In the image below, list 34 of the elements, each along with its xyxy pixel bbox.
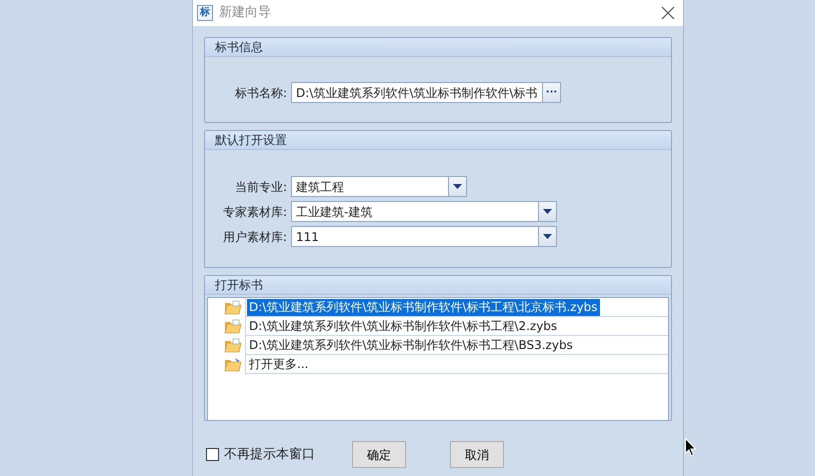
field-label: 标书名称:: [234, 84, 288, 102]
path-field[interactable]: D:\筑业建筑系列软件\筑业标书制作软件\标书: [291, 82, 543, 103]
folder-icon: [224, 300, 242, 315]
field-label: 专家素材库:: [222, 204, 288, 220]
field-label: 用户素材库:: [222, 228, 288, 246]
folder-icon: [224, 338, 242, 353]
folder-icon: [224, 357, 242, 372]
recent-file-item[interactable]: D:\筑业建筑系列软件\筑业标书制作软件\标书工程\北京标书.zybs: [247, 298, 600, 316]
group-title: 默认打开设置: [205, 131, 671, 150]
close-button[interactable]: [661, 6, 675, 20]
dropdown-button[interactable]: [539, 226, 557, 247]
cancel-button[interactable]: 取消: [450, 441, 504, 468]
field-label: 当前专业:: [234, 178, 288, 196]
caret-icon: [543, 209, 552, 214]
browse-button[interactable]: ···: [543, 82, 561, 103]
dropdown-button[interactable]: [449, 176, 467, 197]
recent-file-item[interactable]: D:\筑业建筑系列软件\筑业标书制作软件\标书工程\2.zybs: [247, 318, 560, 334]
checkbox-label: 不再提示本窗口: [224, 446, 315, 464]
group-title: 标书信息: [205, 38, 671, 57]
open-more-item[interactable]: 打开更多...: [247, 356, 310, 372]
combo-field[interactable]: 111: [291, 226, 539, 247]
dropdown-button[interactable]: [539, 201, 557, 222]
mouse-pointer-icon: [685, 438, 696, 458]
combo-field[interactable]: 工业建筑-建筑: [291, 201, 539, 222]
app-icon: 标: [197, 5, 213, 21]
caret-icon: [453, 184, 462, 189]
ok-button[interactable]: 确定: [352, 441, 406, 468]
window-title: 新建向导: [219, 4, 272, 22]
checkbox[interactable]: [206, 448, 219, 461]
group-title: 打开标书: [205, 276, 671, 295]
caret-icon: [543, 234, 552, 239]
recent-file-item[interactable]: D:\筑业建筑系列软件\筑业标书制作软件\标书工程\BS3.zybs: [247, 336, 575, 354]
folder-icon: [224, 319, 242, 334]
combo-field[interactable]: 建筑工程: [291, 176, 449, 197]
